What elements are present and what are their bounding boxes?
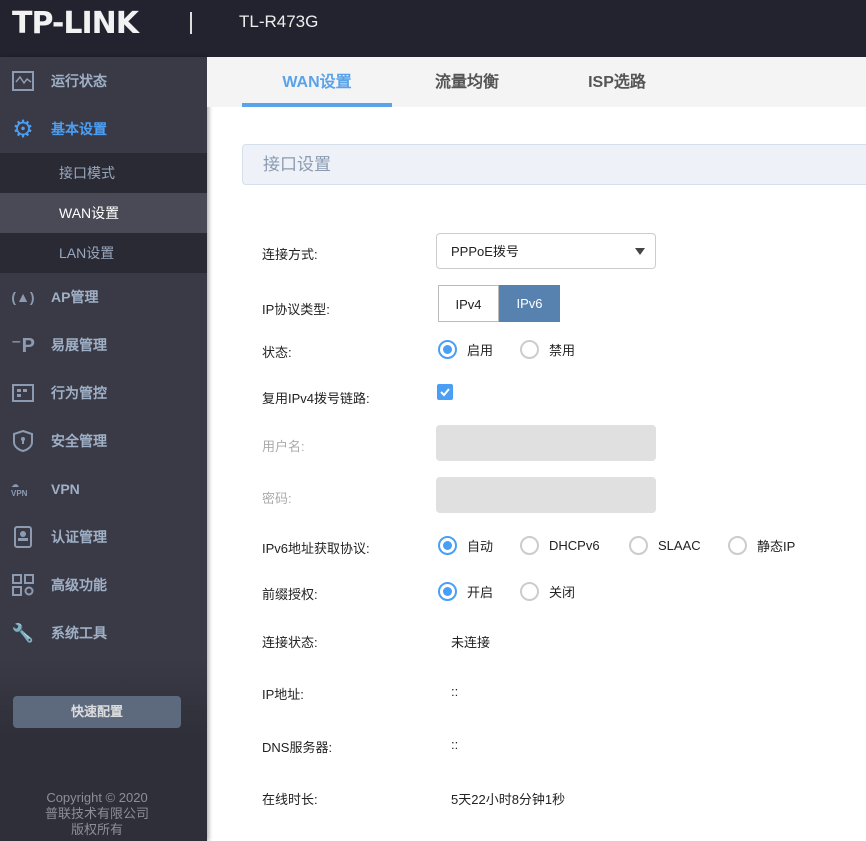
sidebar: 运行状态 ⚙ 基本设置 接口模式 WAN设置 LAN设置 (▲) AP管理 ⁻P 易展… <box>0 57 207 841</box>
radio-label: 关闭 <box>549 585 576 600</box>
radio-label: 启用 <box>467 343 494 358</box>
copyright-line: 普联技术有限公司 <box>44 806 149 821</box>
gear-icon: ⚙ <box>12 115 34 143</box>
shield-icon <box>11 429 35 453</box>
submenu-lan-settings[interactable]: LAN设置 <box>0 233 207 273</box>
prefix-on-radio[interactable]: 开启 <box>438 582 493 601</box>
sidebar-item-basic-settings[interactable]: ⚙ 基本设置 <box>0 105 207 153</box>
sidebar-item-label: 系统工具 <box>51 625 107 641</box>
sidebar-item-label: 基本设置 <box>51 121 107 137</box>
radio-unchecked <box>520 340 539 359</box>
tools-icon: 🔧 <box>11 622 35 643</box>
status-label: 状态: <box>262 345 292 360</box>
connection-type-select[interactable]: PPPoE拨号 <box>436 233 656 269</box>
ipv6-auto-radio[interactable]: 自动 <box>438 536 493 555</box>
radio-label: 开启 <box>467 585 494 600</box>
sidebar-item-advanced[interactable]: 高级功能 <box>0 561 207 609</box>
sidebar-item-behavior[interactable]: 行为管控 <box>0 369 207 417</box>
sidebar-item-label: 安全管理 <box>51 433 107 449</box>
sidebar-item-vpn[interactable]: ☁VPN VPN <box>0 465 207 513</box>
radio-checked <box>438 340 457 359</box>
sidebar-item-label: AP管理 <box>51 289 99 305</box>
easy-expand-icon: ⁻P <box>11 334 35 357</box>
username-input[interactable] <box>436 425 656 461</box>
radio-label: SLAAC <box>658 538 701 553</box>
ipv6-slaac-radio[interactable]: SLAAC <box>629 536 701 555</box>
check-icon <box>440 388 450 397</box>
sidebar-item-label: 运行状态 <box>51 73 107 89</box>
ap-antenna-icon: (▲) <box>11 289 35 305</box>
top-header: TP-LINK TL-R473G <box>0 0 866 57</box>
sidebar-item-label: 高级功能 <box>51 577 107 593</box>
submenu-wan-settings[interactable]: WAN设置 <box>0 193 207 233</box>
sidebar-item-easy-expand[interactable]: ⁻P 易展管理 <box>0 321 207 369</box>
radio-unchecked <box>520 582 539 601</box>
reuse-ipv4-checkbox[interactable] <box>437 384 453 400</box>
prefix-off-radio[interactable]: 关闭 <box>520 582 575 601</box>
tp-link-logo: TP-LINK <box>12 6 139 41</box>
radio-label: DHCPv6 <box>549 538 600 553</box>
ipv6-dhcpv6-radio[interactable]: DHCPv6 <box>520 536 600 555</box>
password-label: 密码: <box>262 491 292 506</box>
header-divider <box>190 12 192 34</box>
ip-address-label: IP地址: <box>262 687 304 702</box>
copyright-line: 版权所有 <box>70 822 123 837</box>
username-label: 用户名: <box>262 439 305 454</box>
tab-isp-routing[interactable]: ISP选路 <box>542 57 692 107</box>
status-enable-radio[interactable]: 启用 <box>438 340 493 359</box>
sidebar-item-status[interactable]: 运行状态 <box>0 57 207 105</box>
online-time-value: 5天22小时8分钟1秒 <box>451 792 566 807</box>
ipv6-toggle[interactable]: IPv6 <box>499 285 560 322</box>
sidebar-item-label: 易展管理 <box>51 337 107 353</box>
online-time-label: 在线时长: <box>262 792 318 807</box>
select-value: PPPoE拨号 <box>451 244 519 259</box>
dns-label: DNS服务器: <box>262 740 333 755</box>
monitor-icon <box>11 69 35 93</box>
tab-wan-settings[interactable]: WAN设置 <box>242 57 392 107</box>
quick-setup-button[interactable]: 快速配置 <box>13 696 181 728</box>
connection-status-label: 连接状态: <box>262 635 318 650</box>
sidebar-item-label: VPN <box>51 481 80 497</box>
auth-user-icon <box>11 525 35 549</box>
prefix-delegation-label: 前缀授权: <box>262 587 318 602</box>
device-model: TL-R473G <box>239 12 319 31</box>
copyright-line: Copyright © 2020 <box>46 790 148 805</box>
password-input[interactable] <box>436 477 656 513</box>
chevron-down-icon <box>635 248 645 255</box>
sidebar-item-tools[interactable]: 🔧 系统工具 <box>0 609 207 657</box>
radio-unchecked <box>629 536 648 555</box>
connection-type-label: 连接方式: <box>262 247 318 262</box>
radio-unchecked <box>728 536 747 555</box>
ipv6-static-radio[interactable]: 静态IP <box>728 536 795 555</box>
behavior-control-icon <box>11 381 35 405</box>
vpn-cloud-icon: ☁VPN <box>11 480 28 498</box>
radio-checked <box>438 582 457 601</box>
radio-checked <box>438 536 457 555</box>
advanced-grid-icon <box>11 573 35 597</box>
status-disable-radio[interactable]: 禁用 <box>520 340 575 359</box>
copyright: Copyright © 2020 普联技术有限公司 版权所有 <box>0 790 194 838</box>
reuse-ipv4-label: 复用IPv4拨号链路: <box>262 391 370 406</box>
section-header: 接口设置 <box>242 144 866 185</box>
radio-label: 自动 <box>467 539 494 554</box>
tab-bar: WAN设置 流量均衡 ISP选路 <box>207 57 866 107</box>
sidebar-item-ap[interactable]: (▲) AP管理 <box>0 273 207 321</box>
sidebar-item-label: 认证管理 <box>51 529 107 545</box>
ip-address-value: :: <box>451 684 459 699</box>
connection-status-value: 未连接 <box>451 635 491 650</box>
radio-label: 静态IP <box>757 539 796 554</box>
radio-unchecked <box>520 536 539 555</box>
sidebar-item-auth[interactable]: 认证管理 <box>0 513 207 561</box>
ip-protocol-label: IP协议类型: <box>262 302 330 317</box>
sidebar-item-security[interactable]: 安全管理 <box>0 417 207 465</box>
ipv6-method-label: IPv6地址获取协议: <box>262 541 370 556</box>
radio-label: 禁用 <box>549 343 576 358</box>
dns-value: :: <box>451 737 459 752</box>
tab-traffic-balance[interactable]: 流量均衡 <box>392 57 542 107</box>
sidebar-item-label: 行为管控 <box>51 385 107 401</box>
ipv4-toggle[interactable]: IPv4 <box>438 285 499 322</box>
submenu-interface-mode[interactable]: 接口模式 <box>0 153 207 193</box>
